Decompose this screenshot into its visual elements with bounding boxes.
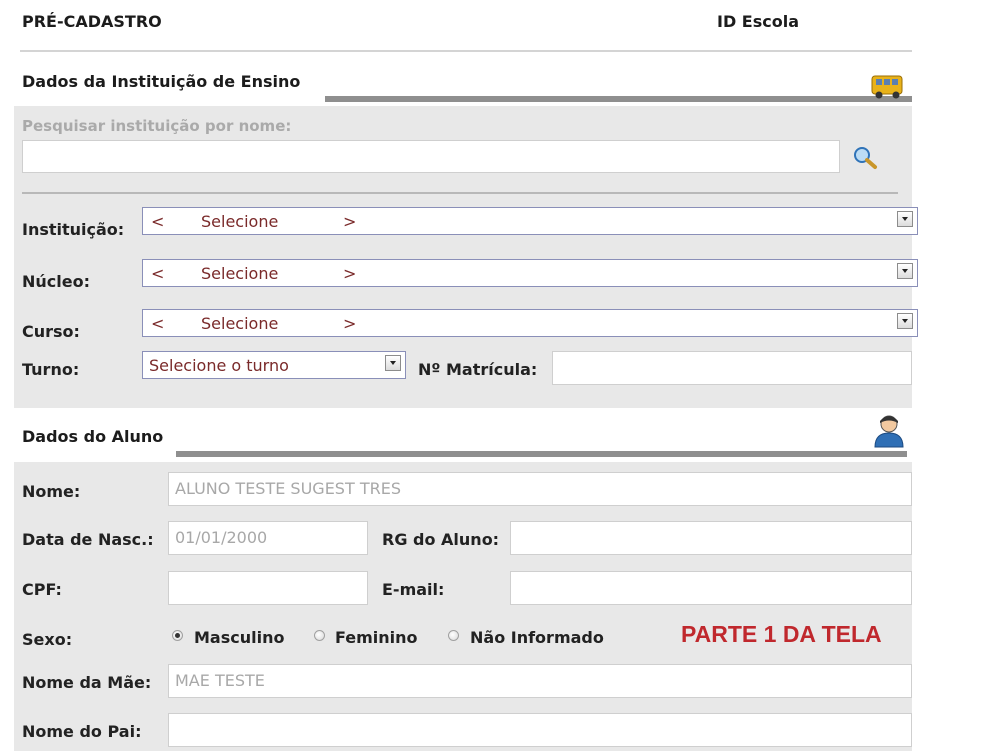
student-section-bar	[176, 451, 907, 457]
nucleo-select[interactable]: < Selecione >	[142, 259, 918, 287]
search-divider	[22, 192, 898, 194]
institution-section-bar	[325, 96, 912, 102]
turno-select[interactable]: Selecione o turno	[142, 351, 406, 379]
user-icon	[872, 413, 906, 449]
option-masculino-label: Masculino	[194, 628, 285, 647]
sexo-label: Sexo:	[22, 630, 73, 649]
data-nasc-input[interactable]: 01/01/2000	[168, 521, 368, 555]
nome-mae-label: Nome da Mãe:	[22, 673, 152, 692]
rg-input[interactable]	[510, 521, 912, 555]
search-input[interactable]	[22, 140, 840, 173]
nucleo-label: Núcleo:	[22, 272, 90, 291]
select-left-bracket: <	[151, 314, 165, 333]
id-escola-label: ID Escola	[717, 12, 800, 31]
data-nasc-label: Data de Nasc.:	[22, 530, 154, 549]
radio-nao-informado[interactable]	[448, 630, 459, 641]
select-value: Selecione o turno	[149, 356, 289, 375]
chevron-down-icon[interactable]	[385, 355, 401, 371]
nome-input[interactable]: ALUNO TESTE SUGEST TRES	[168, 472, 912, 506]
email-input[interactable]	[510, 571, 912, 605]
curso-select[interactable]: < Selecione >	[142, 309, 918, 337]
email-label: E-mail:	[382, 580, 445, 599]
radio-feminino[interactable]	[314, 630, 325, 641]
chevron-down-icon[interactable]	[897, 263, 913, 279]
annotation-label: PARTE 1 DA TELA	[681, 621, 882, 647]
select-right-bracket: >	[343, 212, 357, 231]
nome-label: Nome:	[22, 482, 81, 501]
matricula-input[interactable]	[552, 351, 912, 385]
nome-pai-input[interactable]	[168, 713, 912, 747]
instituicao-select[interactable]: < Selecione >	[142, 207, 918, 235]
student-section-title: Dados do Aluno	[22, 427, 164, 446]
instituicao-label: Instituição:	[22, 220, 125, 239]
select-value: Selecione	[201, 264, 279, 283]
select-left-bracket: <	[151, 212, 165, 231]
select-right-bracket: >	[343, 264, 357, 283]
search-label: Pesquisar instituição por nome:	[22, 117, 292, 135]
chevron-down-icon[interactable]	[897, 313, 913, 329]
nome-mae-input[interactable]: MAE TESTE	[168, 664, 912, 698]
header-divider	[20, 50, 912, 52]
option-nao-informado-label: Não Informado	[470, 628, 604, 647]
option-feminino-label: Feminino	[335, 628, 418, 647]
institution-section-title: Dados da Instituição de Ensino	[22, 72, 301, 91]
rg-label: RG do Aluno:	[382, 530, 500, 549]
select-value: Selecione	[201, 314, 279, 333]
cpf-label: CPF:	[22, 580, 62, 599]
curso-label: Curso:	[22, 322, 80, 341]
school-bus-icon	[868, 70, 908, 102]
radio-masculino[interactable]	[172, 630, 183, 641]
turno-label: Turno:	[22, 360, 80, 379]
matricula-label: Nº Matrícula:	[418, 360, 538, 379]
select-right-bracket: >	[343, 314, 357, 333]
chevron-down-icon[interactable]	[897, 211, 913, 227]
nome-pai-label: Nome do Pai:	[22, 722, 142, 741]
page-title: PRÉ-CADASTRO	[22, 12, 162, 31]
select-value: Selecione	[201, 212, 279, 231]
magnifier-icon[interactable]	[852, 145, 878, 171]
select-left-bracket: <	[151, 264, 165, 283]
cpf-input[interactable]	[168, 571, 368, 605]
